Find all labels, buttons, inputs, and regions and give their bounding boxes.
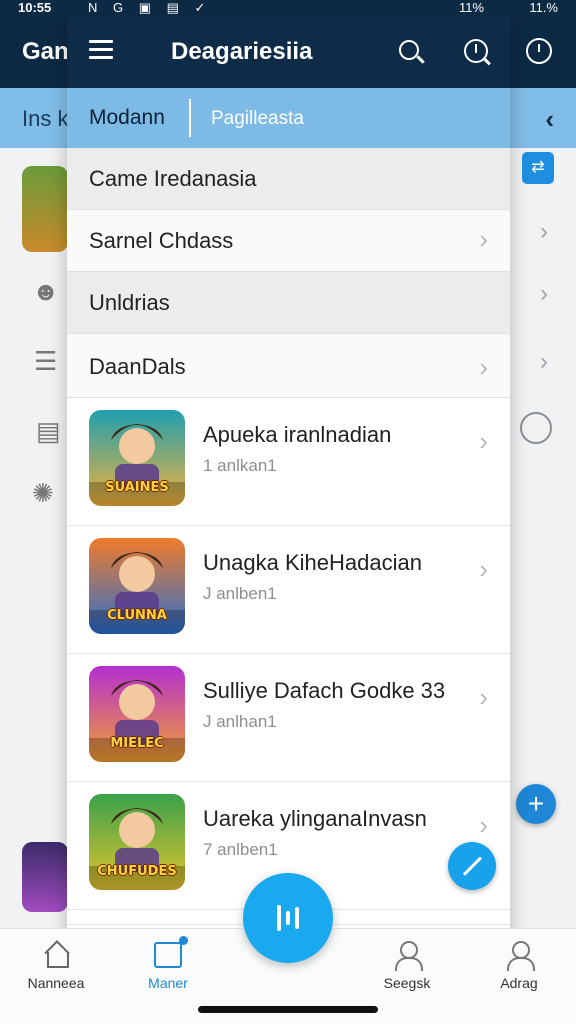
clock-icon[interactable]	[526, 38, 552, 64]
background-thumbnail	[22, 166, 68, 252]
menu-item-label: Unldrias	[89, 290, 170, 315]
chevron-right-icon[interactable]: ›	[540, 218, 548, 246]
notification-icons: N G ▣ ▤ ✓	[88, 0, 212, 15]
menu-item-label: DaanDals	[89, 354, 186, 379]
chevron-right-icon[interactable]: ›	[540, 348, 548, 376]
game-subtitle: 7 anlben1	[203, 840, 278, 859]
game-title: Sulliye Dafach Godke 33	[203, 678, 446, 703]
game-icon-label: CLUNNA	[107, 608, 167, 623]
game-icon: SUAINES	[89, 410, 185, 506]
list-item[interactable]: SUAINES Apueka iranlnadian 1 anlkan1 ›	[67, 398, 510, 526]
list-item[interactable]: MIELEC Sulliye Dafach Godke 33 J anlhan1 ›	[67, 654, 510, 782]
nav-item-profile[interactable]: Adrag	[479, 939, 559, 991]
share-icon[interactable]: ⇄	[522, 152, 554, 184]
chevron-right-icon: ›	[479, 554, 488, 584]
tab-modann[interactable]: Modann	[89, 106, 165, 130]
game-icon-label: CHUFUDES	[97, 864, 177, 879]
battery-level-left: 11%	[458, 0, 484, 15]
history-icon[interactable]	[464, 39, 488, 63]
chevron-right-icon: ›	[479, 426, 488, 456]
nav-label: Seegsk	[383, 975, 431, 991]
person-icon	[506, 941, 535, 971]
nav-label: Adrag	[500, 975, 538, 991]
game-title: Uareka ylinganaInvasn	[203, 806, 427, 831]
menu-item-label: Sarnel Chdass	[89, 228, 234, 253]
home-icon	[43, 944, 69, 968]
center-action-button[interactable]	[243, 873, 333, 963]
emoji-icon: ☻	[32, 276, 60, 306]
status-time: 10:55	[18, 0, 52, 15]
edit-button[interactable]	[448, 842, 496, 890]
background-tab-label: Ins k	[22, 106, 69, 131]
home-indicator[interactable]	[198, 1006, 378, 1013]
chevron-right-icon: ›	[479, 352, 488, 382]
add-button[interactable]: +	[516, 784, 556, 824]
chevron-right-icon[interactable]: ›	[540, 280, 548, 308]
menu-item[interactable]: DaanDals ›	[67, 334, 510, 398]
background-thumbnail	[22, 842, 68, 912]
game-title: Apueka iranlnadian	[203, 422, 392, 447]
background-app-title: Gan	[22, 38, 69, 65]
profile-ring-icon[interactable]	[520, 412, 552, 444]
game-title: Unagka KiheHadacian	[203, 550, 422, 575]
nav-label: Maner	[148, 975, 188, 991]
nav-item-home[interactable]: Nanneea	[16, 939, 96, 991]
chevron-right-icon: ›	[479, 224, 488, 254]
card-icon: ▤	[36, 416, 61, 446]
person-icon	[394, 941, 423, 971]
list-item[interactable]: CLUNNA Unagka KiheHadacian J anlben1 ›	[67, 526, 510, 654]
game-icon-label: SUAINES	[105, 480, 169, 495]
tab-divider	[189, 99, 191, 137]
game-subtitle: 1 anlkan1	[203, 456, 277, 475]
battery-level-right: 11.%	[529, 0, 558, 15]
back-chevron-icon[interactable]: ‹	[545, 104, 554, 135]
bird-icon: ✺	[32, 478, 54, 508]
game-icon-label: MIELEC	[110, 736, 164, 751]
status-bar: 10:55 N G ▣ ▤ ✓ 11% 11.%	[0, 0, 576, 16]
game-icon: CHUFUDES	[89, 794, 185, 890]
nav-item-search[interactable]: Seegsk	[367, 939, 447, 991]
chevron-right-icon: ›	[479, 810, 488, 840]
menu-item-label: Came Iredanasia	[89, 166, 257, 191]
game-subtitle: J anlhan1	[203, 712, 277, 731]
menu-item[interactable]: Unldrias	[67, 272, 510, 334]
store-icon	[154, 936, 188, 968]
menu-item[interactable]: Sarnel Chdass ›	[67, 210, 510, 272]
game-subtitle: J anlben1	[203, 584, 277, 603]
search-icon[interactable]	[399, 40, 419, 60]
game-icon: CLUNNA	[89, 538, 185, 634]
nav-label: Nanneea	[27, 975, 85, 991]
menu-item[interactable]: Came Iredanasia	[67, 148, 510, 210]
panel-tab-bar: Modann Pagilleasta	[67, 88, 510, 148]
game-icon: MIELEC	[89, 666, 185, 762]
tab-pagilleasta[interactable]: Pagilleasta	[211, 108, 304, 130]
bars-icon	[277, 903, 301, 933]
chevron-right-icon: ›	[479, 682, 488, 712]
hamburger-menu-icon[interactable]	[89, 40, 113, 60]
nav-item-store[interactable]: Maner	[128, 936, 208, 991]
list-icon: ☰	[34, 346, 58, 376]
panel-title: Deagariesiia	[171, 38, 313, 65]
panel-app-bar: Deagariesiia	[67, 16, 510, 88]
